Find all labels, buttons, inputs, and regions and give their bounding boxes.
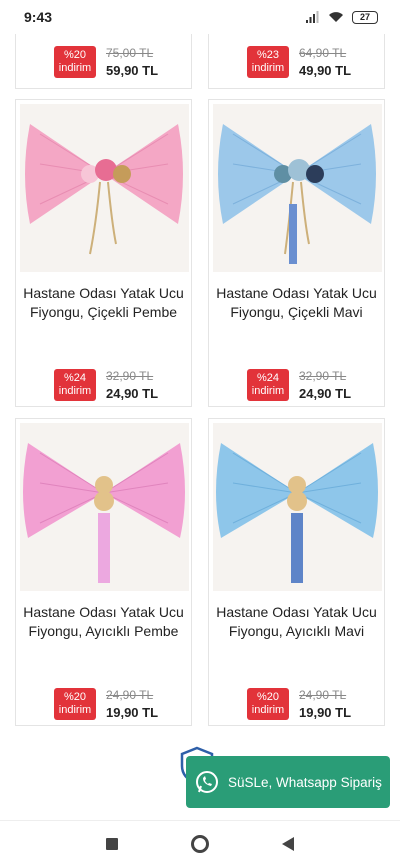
whatsapp-icon (196, 771, 218, 793)
product-card[interactable]: Hastane Odası Yatak Ucu Fiyongu, Ayıcıkl… (15, 418, 192, 726)
product-title[interactable]: Hastane Odası Yatak Ucu Fiyongu, Ayıcıkl… (215, 603, 378, 641)
signal-icon (306, 11, 319, 23)
product-card[interactable]: Hastane Odası Yatak Ucu Fiyongu, Ayıcıkl… (208, 418, 385, 726)
discount-badge: %20 indirim (247, 688, 289, 720)
discount-badge: %24 indirim (54, 369, 96, 401)
navigation-bar (0, 820, 400, 866)
pink-bow-teddy-icon (20, 423, 189, 591)
old-price: 75,00 TL (106, 46, 154, 60)
product-image[interactable] (213, 423, 382, 591)
product-image[interactable] (20, 104, 189, 272)
discount-badge: %24 indirim (247, 369, 289, 401)
product-list[interactable]: %20 indirim 75,00 TL 59,90 TL %23 indiri… (0, 34, 400, 820)
status-bar: 9:43 27 (0, 0, 400, 34)
status-icons: 27 (306, 10, 378, 24)
product-card[interactable]: Hastane Odası Yatak Ucu Fiyongu, Çiçekli… (208, 99, 385, 407)
recent-apps-button[interactable] (106, 837, 119, 850)
price-block: %20 indirim 24,90 TL 19,90 TL (54, 687, 158, 721)
price-block: %20 indirim 75,00 TL 59,90 TL (54, 45, 158, 79)
discount-badge: %20 indirim (54, 688, 96, 720)
new-price: 19,90 TL (299, 705, 352, 720)
pink-bow-flowers-icon (20, 104, 189, 272)
price-block: %23 indirim 64,90 TL 49,90 TL (247, 45, 351, 79)
old-price: 32,90 TL (299, 369, 347, 383)
status-time: 9:43 (24, 9, 53, 25)
wifi-icon (329, 12, 343, 22)
new-price: 59,90 TL (106, 63, 159, 78)
blue-bow-flowers-icon (213, 104, 382, 272)
new-price: 19,90 TL (106, 705, 159, 720)
old-price: 32,90 TL (106, 369, 154, 383)
back-button[interactable] (281, 836, 294, 851)
product-title[interactable]: Hastane Odası Yatak Ucu Fiyongu, Çiçekli… (215, 284, 378, 322)
product-image[interactable] (213, 104, 382, 272)
old-price: 24,90 TL (106, 688, 154, 702)
product-card[interactable]: Hastane Odası Yatak Ucu Fiyongu, Çiçekli… (15, 99, 192, 407)
home-button[interactable] (190, 834, 209, 853)
price-block: %24 indirim 32,90 TL 24,90 TL (54, 368, 158, 402)
new-price: 24,90 TL (106, 386, 159, 401)
new-price: 49,90 TL (299, 63, 352, 78)
product-title[interactable]: Hastane Odası Yatak Ucu Fiyongu, Ayıcıkl… (22, 603, 185, 641)
discount-badge: %20 indirim (54, 46, 96, 78)
whatsapp-label: SüSLe, Whatsapp Sipariş (228, 774, 382, 790)
price-block: %20 indirim 24,90 TL 19,90 TL (247, 687, 351, 721)
product-image[interactable] (20, 423, 189, 591)
old-price: 64,90 TL (299, 46, 347, 60)
whatsapp-order-button[interactable]: SüSLe, Whatsapp Sipariş (186, 756, 390, 808)
price-block: %24 indirim 32,90 TL 24,90 TL (247, 368, 351, 402)
blue-bow-teddy-icon (213, 423, 382, 591)
old-price: 24,90 TL (299, 688, 347, 702)
battery-icon: 27 (352, 10, 378, 24)
product-title[interactable]: Hastane Odası Yatak Ucu Fiyongu, Çiçekli… (22, 284, 185, 322)
product-card-top-left[interactable]: %20 indirim 75,00 TL 59,90 TL (15, 34, 192, 89)
product-card-top-right[interactable]: %23 indirim 64,90 TL 49,90 TL (208, 34, 385, 89)
new-price: 24,90 TL (299, 386, 352, 401)
discount-badge: %23 indirim (247, 46, 289, 78)
